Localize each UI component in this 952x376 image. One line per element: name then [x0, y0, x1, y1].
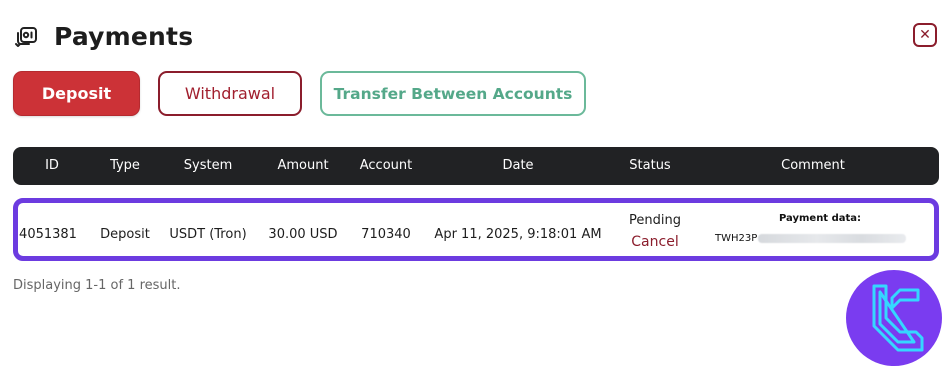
brand-logo-icon [846, 270, 942, 366]
cell-date: Apr 11, 2025, 9:18:01 AM [434, 227, 602, 242]
column-header-system: System [183, 158, 233, 173]
payments-icon [12, 23, 40, 51]
column-header-account: Account [359, 158, 413, 173]
close-icon: ✕ [919, 27, 931, 43]
column-header-id: ID [45, 158, 59, 173]
cell-id: 4051381 [19, 227, 77, 242]
column-header-status: Status [629, 158, 671, 173]
page-header: Payments [12, 22, 193, 51]
cancel-link[interactable]: Cancel [629, 234, 681, 250]
results-summary: Displaying 1-1 of 1 result. [13, 278, 181, 293]
column-header-date: Date [502, 158, 534, 173]
payment-data-label: Payment data: [778, 213, 862, 224]
blurred-wallet-address [758, 233, 907, 243]
column-header-type: Type [110, 158, 140, 173]
transfer-between-accounts-button[interactable]: Transfer Between Accounts [320, 71, 586, 116]
close-button[interactable]: ✕ [913, 23, 937, 47]
column-header-comment: Comment [781, 158, 845, 173]
table-row: 4051381 Deposit USDT (Tron) 30.00 USD 71… [13, 198, 939, 261]
status-text: Pending [629, 213, 681, 228]
cell-system: USDT (Tron) [169, 227, 247, 242]
payment-data-prefix: TWH23P [715, 233, 758, 244]
cell-status: Pending Cancel [629, 213, 681, 250]
cell-amount: 30.00 USD [268, 227, 338, 242]
column-header-amount: Amount [277, 158, 329, 173]
cell-comment: Payment data: TWH23P [715, 213, 925, 244]
payment-data-value: TWH23P [715, 233, 925, 244]
page-title: Payments [54, 22, 194, 51]
table-header: ID Type System Amount Account Date Statu… [13, 147, 939, 185]
cell-account: 710340 [361, 227, 411, 242]
withdrawal-button[interactable]: Withdrawal [158, 71, 302, 116]
cell-type: Deposit [100, 227, 150, 242]
deposit-button[interactable]: Deposit [13, 71, 140, 116]
